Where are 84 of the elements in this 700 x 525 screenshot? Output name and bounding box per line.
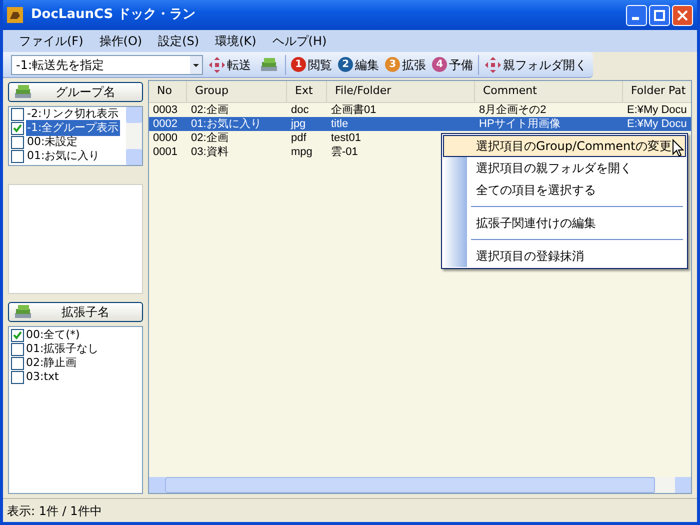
context-menu-item[interactable]: 選択項目の登録抹消 bbox=[443, 245, 686, 267]
context-menu-item[interactable]: 全ての項目を選択する bbox=[443, 179, 686, 201]
horizontal-scrollbar[interactable] bbox=[149, 477, 691, 493]
checkbox[interactable] bbox=[11, 108, 24, 120]
table-cell-text: mpg bbox=[290, 145, 314, 159]
extension-item[interactable]: 01:拡張子なし bbox=[26, 340, 99, 358]
close-button[interactable] bbox=[672, 4, 693, 26]
group-item[interactable]: 00:未設定 bbox=[26, 134, 79, 150]
books-icon bbox=[13, 84, 33, 100]
books-icon bbox=[259, 56, 280, 72]
context-menu-item[interactable]: 選択項目の親フォルダを開く bbox=[443, 157, 686, 179]
window-title: DocLaunCS ドック・ラン bbox=[31, 6, 196, 24]
toolbar-button[interactable]: 4 予備 bbox=[431, 56, 474, 74]
checkbox[interactable] bbox=[11, 150, 24, 162]
table-cell-text: 8月企画その2 bbox=[478, 103, 548, 117]
column-header[interactable]: Ext bbox=[287, 81, 327, 102]
checkbox[interactable] bbox=[11, 328, 24, 342]
column-header[interactable]: File/Folder bbox=[327, 81, 475, 102]
number-badge: 2 bbox=[338, 57, 354, 72]
app-icon bbox=[7, 7, 23, 23]
table-cell-text: 0002 bbox=[152, 117, 178, 131]
table-cell-text: 01:お気に入り bbox=[190, 117, 262, 131]
table-row[interactable]: 0002 01:お気に入り jpg title HPサイト用画像 E:¥My Docu bbox=[149, 117, 691, 131]
group-header-button[interactable]: グループ名 bbox=[8, 82, 143, 102]
table-cell-text: E:¥My Docu bbox=[626, 103, 688, 117]
table-cell-text: 0000 bbox=[152, 131, 178, 145]
toolbar-button[interactable]: 2 編集 bbox=[337, 56, 380, 74]
maximize-button[interactable] bbox=[649, 4, 670, 26]
column-header[interactable]: Comment bbox=[475, 81, 623, 102]
number-badge: 4 bbox=[432, 57, 448, 72]
extension-header-button[interactable]: 拡張子名 bbox=[8, 302, 143, 322]
table-cell-text: title bbox=[330, 117, 350, 131]
table-cell-text: HPサイト用画像 bbox=[478, 117, 562, 131]
checkbox[interactable] bbox=[11, 342, 24, 356]
table-cell-text: 03:資料 bbox=[190, 145, 230, 159]
checkbox[interactable] bbox=[11, 370, 24, 384]
column-header[interactable]: Folder Pat bbox=[623, 81, 691, 102]
minimize-button[interactable] bbox=[626, 4, 647, 26]
number-badge: 1 bbox=[291, 57, 306, 72]
table-cell-text: jpg bbox=[290, 117, 307, 131]
menu-item[interactable]: 環境(K) bbox=[207, 32, 264, 50]
close-icon bbox=[677, 10, 688, 20]
table-cell-text: 0001 bbox=[152, 145, 178, 159]
table-cell-text: doc bbox=[290, 103, 310, 117]
table-cell-text: 企画書01 bbox=[330, 103, 378, 117]
menu-item[interactable]: ファイル(F) bbox=[11, 32, 92, 50]
toolbar-button[interactable]: 親フォルダ開く bbox=[483, 56, 589, 74]
extension-item[interactable]: 03:txt bbox=[26, 368, 59, 386]
toolbar-button[interactable]: 1 閲覧 bbox=[290, 56, 334, 74]
table-cell-text: 02:企画 bbox=[190, 131, 230, 145]
table-cell-text: 0003 bbox=[152, 103, 178, 117]
checkbox[interactable] bbox=[11, 356, 24, 370]
checkbox[interactable] bbox=[11, 122, 24, 134]
vertical-scrollbar[interactable] bbox=[126, 107, 142, 165]
table-cell-text: 雲-01 bbox=[330, 145, 359, 159]
status-text: 表示: 1件 / 1件中 bbox=[7, 502, 102, 520]
context-menu-item[interactable]: 拡張子関連付けの編集 bbox=[443, 212, 686, 234]
extension-item[interactable]: 00:全て(*) bbox=[26, 326, 80, 344]
toolbar-button[interactable]: 転送 bbox=[207, 56, 254, 74]
mouse-cursor-icon bbox=[672, 139, 684, 157]
destination-dropdown[interactable]: -1:転送先を指定 bbox=[11, 54, 204, 74]
menu-item[interactable]: 設定(S) bbox=[150, 32, 208, 50]
context-menu-item[interactable]: 選択項目のGroup/Commentの変更 bbox=[443, 135, 686, 157]
group-item[interactable]: -2:リンク切れ表示 bbox=[26, 106, 120, 122]
table-row[interactable]: 0003 02:企画 doc 企画書01 8月企画その2 E:¥My Docu bbox=[149, 103, 691, 117]
table-cell-text: pdf bbox=[290, 131, 308, 145]
diamond-arrows-icon bbox=[485, 56, 501, 72]
column-header[interactable]: No bbox=[149, 81, 187, 102]
group-item[interactable]: -1:全グループ表示 bbox=[26, 120, 120, 136]
table-cell-text: 02:企画 bbox=[190, 103, 230, 117]
diamond-arrows-icon bbox=[209, 56, 226, 72]
books-icon bbox=[13, 304, 33, 320]
minimize-icon bbox=[632, 17, 638, 20]
table-cell-text: E:¥My Docu bbox=[626, 117, 688, 131]
table-cell-text: test01 bbox=[330, 131, 362, 145]
menu-item[interactable]: 操作(O) bbox=[91, 32, 150, 50]
menu-item[interactable]: ヘルプ(H) bbox=[264, 32, 335, 50]
checkbox[interactable] bbox=[11, 136, 24, 148]
maximize-icon bbox=[654, 10, 665, 20]
group-item[interactable]: 01:お気に入り bbox=[26, 148, 101, 164]
toolbar-button[interactable]: 3 拡張 bbox=[384, 56, 428, 74]
number-badge: 3 bbox=[385, 57, 400, 72]
extension-item[interactable]: 02:静止画 bbox=[26, 354, 77, 372]
column-header[interactable]: Group bbox=[187, 81, 287, 102]
